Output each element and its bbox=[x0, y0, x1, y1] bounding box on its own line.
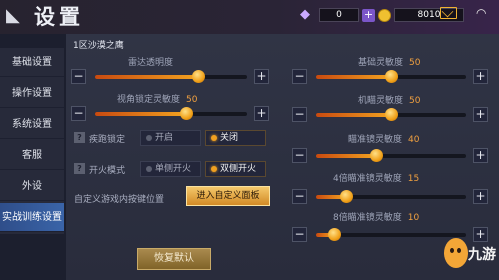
sidebar-item-system[interactable]: 系统设置 bbox=[0, 110, 64, 139]
scope8x-sensitivity-label: 8倍瞄准镜灵敏度 10 bbox=[333, 213, 420, 223]
scope-sensitivity-slider: − + bbox=[292, 148, 492, 165]
slider-track[interactable] bbox=[316, 70, 466, 83]
sidebar-item-controls[interactable]: 操作设置 bbox=[0, 79, 64, 108]
site-watermark: 九游 bbox=[440, 232, 498, 276]
section-title: 1区沙漠之鹰 bbox=[73, 41, 124, 51]
radio-icon bbox=[146, 166, 152, 172]
view-lock-minus-button[interactable]: − bbox=[71, 106, 86, 121]
custom-layout-label: 自定义游戏内按键位置 bbox=[74, 195, 165, 205]
slider-fill bbox=[316, 75, 391, 79]
base-sensitivity-plus-button[interactable]: + bbox=[473, 69, 488, 84]
fire-mode-label: 开火模式 bbox=[89, 166, 126, 176]
wifi-icon: ◠ bbox=[476, 6, 487, 20]
scope4x-plus-button[interactable]: + bbox=[473, 189, 488, 204]
gem-count: 0 bbox=[319, 8, 359, 22]
base-sensitivity-slider: − + bbox=[292, 69, 492, 86]
gold-coin-icon bbox=[378, 8, 391, 22]
page-title: 设置 bbox=[34, 4, 84, 29]
scope4x-sensitivity-value: 15 bbox=[407, 174, 420, 184]
slider-track[interactable] bbox=[316, 149, 466, 162]
custom-panel-button[interactable]: 进入自定义面板 bbox=[186, 186, 270, 206]
slider-track[interactable] bbox=[316, 190, 466, 203]
base-sensitivity-label: 基础灵敏度 50 bbox=[358, 58, 421, 68]
mascot-logo-icon bbox=[444, 238, 468, 268]
radio-icon bbox=[211, 166, 217, 172]
slider-fill bbox=[95, 112, 187, 116]
scope8x-sensitivity-value: 10 bbox=[407, 213, 420, 223]
slider-knob[interactable] bbox=[192, 70, 206, 83]
slider-track[interactable] bbox=[95, 70, 247, 83]
sprint-lock-on-option[interactable]: 开启 bbox=[140, 130, 201, 146]
slider-knob[interactable] bbox=[340, 190, 353, 203]
scope8x-minus-button[interactable]: − bbox=[292, 227, 307, 242]
help-icon[interactable]: ? bbox=[74, 163, 85, 174]
sidebar-item-support[interactable]: 客服 bbox=[0, 141, 64, 170]
fire-mode-single-option[interactable]: 单侧开火 bbox=[140, 161, 201, 177]
sprint-lock-off-option[interactable]: 关闭 bbox=[205, 130, 266, 146]
radar-opacity-slider: − + bbox=[71, 69, 271, 86]
radio-icon bbox=[211, 135, 217, 141]
view-lock-sensitivity-value: 50 bbox=[186, 95, 198, 105]
scope-sensitivity-value: 40 bbox=[408, 135, 420, 145]
ironsight-sensitivity-value: 50 bbox=[409, 96, 421, 106]
sprint-lock-toggle: ? 疾跑锁定 开启 关闭 bbox=[74, 130, 274, 147]
radar-opacity-label: 雷达透明度 bbox=[128, 58, 174, 68]
sidebar-item-training[interactable]: 实战训练设置 bbox=[0, 203, 64, 232]
ironsight-minus-button[interactable]: − bbox=[292, 107, 307, 122]
slider-knob[interactable] bbox=[385, 70, 398, 83]
reset-default-button[interactable]: 恢复默认 bbox=[137, 248, 211, 270]
ironsight-plus-button[interactable]: + bbox=[473, 107, 488, 122]
scope4x-sensitivity-label: 4倍瞄准镜灵敏度 15 bbox=[333, 174, 420, 184]
top-bar: ◣ 设置 ◆ 0 + 8010 ◠ bbox=[0, 0, 499, 34]
slider-knob[interactable] bbox=[385, 108, 398, 121]
slider-knob[interactable] bbox=[180, 107, 194, 120]
slider-track[interactable] bbox=[95, 107, 247, 120]
slider-knob[interactable] bbox=[328, 228, 341, 241]
scope4x-minus-button[interactable]: − bbox=[292, 189, 307, 204]
settings-sidebar: 基础设置 操作设置 系统设置 客服 外设 实战训练设置 bbox=[0, 48, 64, 234]
scope4x-sensitivity-slider: − + bbox=[292, 189, 492, 206]
scope-sensitivity-label: 瞄准镜灵敏度 40 bbox=[348, 135, 420, 145]
watermark-text: 九游 bbox=[468, 247, 496, 263]
view-lock-sensitivity-slider: − + bbox=[71, 106, 271, 123]
slider-fill bbox=[95, 75, 199, 79]
fire-mode-toggle: ? 开火模式 单侧开火 双侧开火 bbox=[74, 161, 274, 178]
app-logo-icon: ◣ bbox=[6, 5, 20, 26]
sidebar-item-peripherals[interactable]: 外设 bbox=[0, 172, 64, 201]
view-lock-sensitivity-label: 视角锁定灵敏度 50 bbox=[117, 95, 198, 105]
ironsight-sensitivity-label: 机瞄灵敏度 50 bbox=[358, 96, 421, 106]
base-sensitivity-value: 50 bbox=[409, 58, 421, 68]
diamond-icon: ◆ bbox=[300, 7, 310, 22]
slider-knob[interactable] bbox=[370, 149, 383, 162]
scope-minus-button[interactable]: − bbox=[292, 148, 307, 163]
fire-mode-dual-option[interactable]: 双侧开火 bbox=[205, 161, 266, 177]
view-lock-plus-button[interactable]: + bbox=[254, 106, 269, 121]
sidebar-item-basic[interactable]: 基础设置 bbox=[0, 48, 64, 77]
slider-track[interactable] bbox=[316, 108, 466, 121]
ironsight-sensitivity-slider: − + bbox=[292, 107, 492, 124]
add-gems-button[interactable]: + bbox=[362, 8, 375, 22]
help-icon[interactable]: ? bbox=[74, 132, 85, 143]
radar-opacity-minus-button[interactable]: − bbox=[71, 69, 86, 84]
mail-icon[interactable] bbox=[440, 7, 457, 19]
base-sensitivity-minus-button[interactable]: − bbox=[292, 69, 307, 84]
radio-icon bbox=[146, 135, 152, 141]
slider-fill bbox=[316, 113, 391, 117]
sprint-lock-label: 疾跑锁定 bbox=[89, 135, 126, 145]
scope-plus-button[interactable]: + bbox=[473, 148, 488, 163]
radar-opacity-plus-button[interactable]: + bbox=[254, 69, 269, 84]
slider-fill bbox=[316, 154, 376, 158]
